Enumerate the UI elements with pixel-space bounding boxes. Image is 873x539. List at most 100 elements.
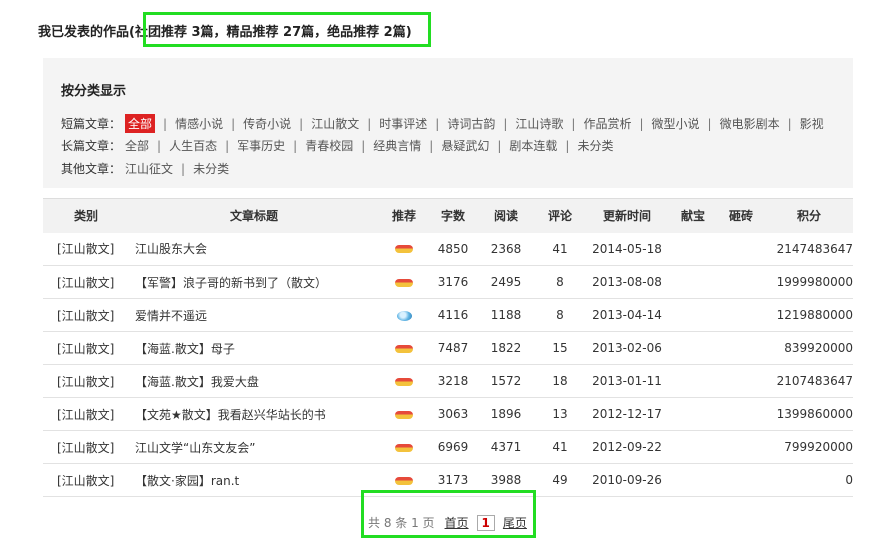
col-header-title[interactable]: 文章标题 xyxy=(129,198,379,233)
words-cell: 4116 xyxy=(429,298,477,332)
category-cell[interactable]: [江山散文] xyxy=(43,463,129,497)
brick-cell xyxy=(717,463,765,497)
col-header-treasure[interactable]: 献宝 xyxy=(669,198,717,233)
page-title: 我已发表的作品 xyxy=(38,24,130,40)
long-cat-life[interactable]: 人生百态 xyxy=(169,137,217,154)
title-link[interactable]: 江山文学“山东文友会” xyxy=(129,430,379,464)
short-cat-emotion-novel[interactable]: 情感小说 xyxy=(175,115,223,132)
short-cat-classical-poetry[interactable]: 诗词古韵 xyxy=(447,115,495,132)
other-category-label: 其他文章： xyxy=(61,162,122,176)
recommend-cell xyxy=(379,298,429,332)
title-link[interactable]: 【散文·家园】ran.t xyxy=(129,463,379,497)
long-cat-uncategorized[interactable]: 未分类 xyxy=(577,137,613,154)
medal-icon xyxy=(395,278,413,287)
short-cat-commentary[interactable]: 时事评述 xyxy=(379,115,427,132)
recommend-cell xyxy=(379,232,429,266)
score-cell: 2107483647 xyxy=(765,364,853,398)
treasure-cell xyxy=(669,463,717,497)
score-cell: 839920000 xyxy=(765,331,853,365)
treasure-cell xyxy=(669,397,717,431)
medal-icon xyxy=(395,344,413,353)
other-category-row: 其他文章： 江山征文 | 未分类 xyxy=(61,160,230,177)
reads-cell: 2368 xyxy=(477,232,535,266)
score-cell: 0 xyxy=(765,463,853,497)
title-link[interactable]: 【文苑★散文】我看赵兴华站长的书 xyxy=(129,397,379,431)
table-row: [江山散文] 江山文学“山东文友会” 6969 4371 41 2012-09-22 799… xyxy=(43,430,853,464)
words-cell: 6969 xyxy=(429,430,477,464)
long-cat-youth-campus[interactable]: 青春校园 xyxy=(305,137,353,154)
brick-cell xyxy=(717,232,765,266)
col-header-brick[interactable]: 砸砖 xyxy=(717,198,765,233)
treasure-cell xyxy=(669,298,717,332)
short-cat-micro-novel[interactable]: 微型小说 xyxy=(652,115,700,132)
date-cell: 2012-09-22 xyxy=(585,430,669,464)
long-cat-script-serial[interactable]: 剧本连载 xyxy=(509,137,557,154)
long-cat-all[interactable]: 全部 xyxy=(125,137,149,154)
category-cell[interactable]: [江山散文] xyxy=(43,331,129,365)
table-row: [江山散文] 【海蓝.散文】母子 7487 1822 15 2013-02-06 83992… xyxy=(43,331,853,365)
pager-current-page: 1 xyxy=(476,514,495,531)
category-panel: 按分类显示 短篇文章： 全部 | 情感小说 | 传奇小说 | 江山散文 | 时事评述 | … xyxy=(43,58,853,188)
recommend-cell xyxy=(379,265,429,299)
col-header-updated[interactable]: 更新时间 xyxy=(585,198,669,233)
reads-cell: 1896 xyxy=(477,397,535,431)
score-cell: 799920000 xyxy=(765,430,853,464)
recommend-cell xyxy=(379,430,429,464)
col-header-comments[interactable]: 评论 xyxy=(535,198,585,233)
title-link[interactable]: 【海蓝.散文】我爱大盘 xyxy=(129,364,379,398)
title-link[interactable]: 【军警】浪子哥的新书到了（散文） xyxy=(129,265,379,299)
medal-icon xyxy=(395,245,413,254)
short-cat-all[interactable]: 全部 xyxy=(125,114,156,133)
pager-first-link[interactable]: 首页 xyxy=(445,514,469,531)
reads-cell: 4371 xyxy=(477,430,535,464)
table-row: [江山散文] 江山股东大会 4850 2368 41 2014-05-18 21474836… xyxy=(43,232,853,266)
reads-cell: 1572 xyxy=(477,364,535,398)
treasure-cell xyxy=(669,430,717,464)
category-cell[interactable]: [江山散文] xyxy=(43,397,129,431)
title-link[interactable]: 江山股东大会 xyxy=(129,232,379,266)
short-cat-poetry[interactable]: 江山诗歌 xyxy=(515,115,563,132)
short-cat-prose[interactable]: 江山散文 xyxy=(311,115,359,132)
short-cat-film[interactable]: 影视 xyxy=(800,115,824,132)
other-cat-contest[interactable]: 江山征文 xyxy=(125,160,173,177)
long-cat-military-history[interactable]: 军事历史 xyxy=(237,137,285,154)
date-cell: 2012-12-17 xyxy=(585,397,669,431)
recommend-cell xyxy=(379,364,429,398)
comments-cell: 15 xyxy=(535,331,585,365)
long-category-row: 长篇文章： 全部 | 人生百态 | 军事历史 | 青春校园 | 经典言情 | 悬疑武幻 | … xyxy=(61,137,614,154)
category-cell[interactable]: [江山散文] xyxy=(43,265,129,299)
pager-last-link[interactable]: 尾页 xyxy=(503,514,527,531)
other-cat-uncategorized[interactable]: 未分类 xyxy=(193,160,229,177)
col-header-words[interactable]: 字数 xyxy=(429,198,477,233)
category-cell[interactable]: [江山散文] xyxy=(43,232,129,266)
col-header-reads[interactable]: 阅读 xyxy=(477,198,535,233)
score-cell: 1999980000 xyxy=(765,265,853,299)
col-header-category[interactable]: 类别 xyxy=(43,198,129,233)
title-link[interactable]: 爱情并不遥远 xyxy=(129,298,379,332)
table-header-row: 类别 文章标题 推荐 字数 阅读 评论 更新时间 献宝 砸砖 积分 xyxy=(43,198,853,233)
long-cat-mystery-fantasy[interactable]: 悬疑武幻 xyxy=(441,137,489,154)
title-link[interactable]: 【海蓝.散文】母子 xyxy=(129,331,379,365)
col-header-recommend[interactable]: 推荐 xyxy=(379,198,429,233)
score-cell: 2147483647 xyxy=(765,232,853,266)
comments-cell: 41 xyxy=(535,232,585,266)
comments-cell: 8 xyxy=(535,298,585,332)
long-cat-romance[interactable]: 经典言情 xyxy=(373,137,421,154)
category-cell[interactable]: [江山散文] xyxy=(43,364,129,398)
short-cat-micro-film-script[interactable]: 微电影剧本 xyxy=(720,115,780,132)
recommend-cell xyxy=(379,331,429,365)
category-cell[interactable]: [江山散文] xyxy=(43,430,129,464)
col-header-score[interactable]: 积分 xyxy=(765,198,853,233)
comments-cell: 41 xyxy=(535,430,585,464)
table-row: [江山散文] 【海蓝.散文】我爱大盘 3218 1572 18 2013-01-11 210… xyxy=(43,364,853,398)
short-cat-appreciation[interactable]: 作品赏析 xyxy=(583,115,631,132)
short-cat-legend-novel[interactable]: 传奇小说 xyxy=(243,115,291,132)
treasure-cell xyxy=(669,364,717,398)
date-cell: 2013-04-14 xyxy=(585,298,669,332)
comments-cell: 49 xyxy=(535,463,585,497)
category-cell[interactable]: [江山散文] xyxy=(43,298,129,332)
brick-cell xyxy=(717,298,765,332)
reads-cell: 1188 xyxy=(477,298,535,332)
date-cell: 2013-01-11 xyxy=(585,364,669,398)
pagination: 共 8 条 1 页 首页 1 尾页 xyxy=(368,514,531,531)
